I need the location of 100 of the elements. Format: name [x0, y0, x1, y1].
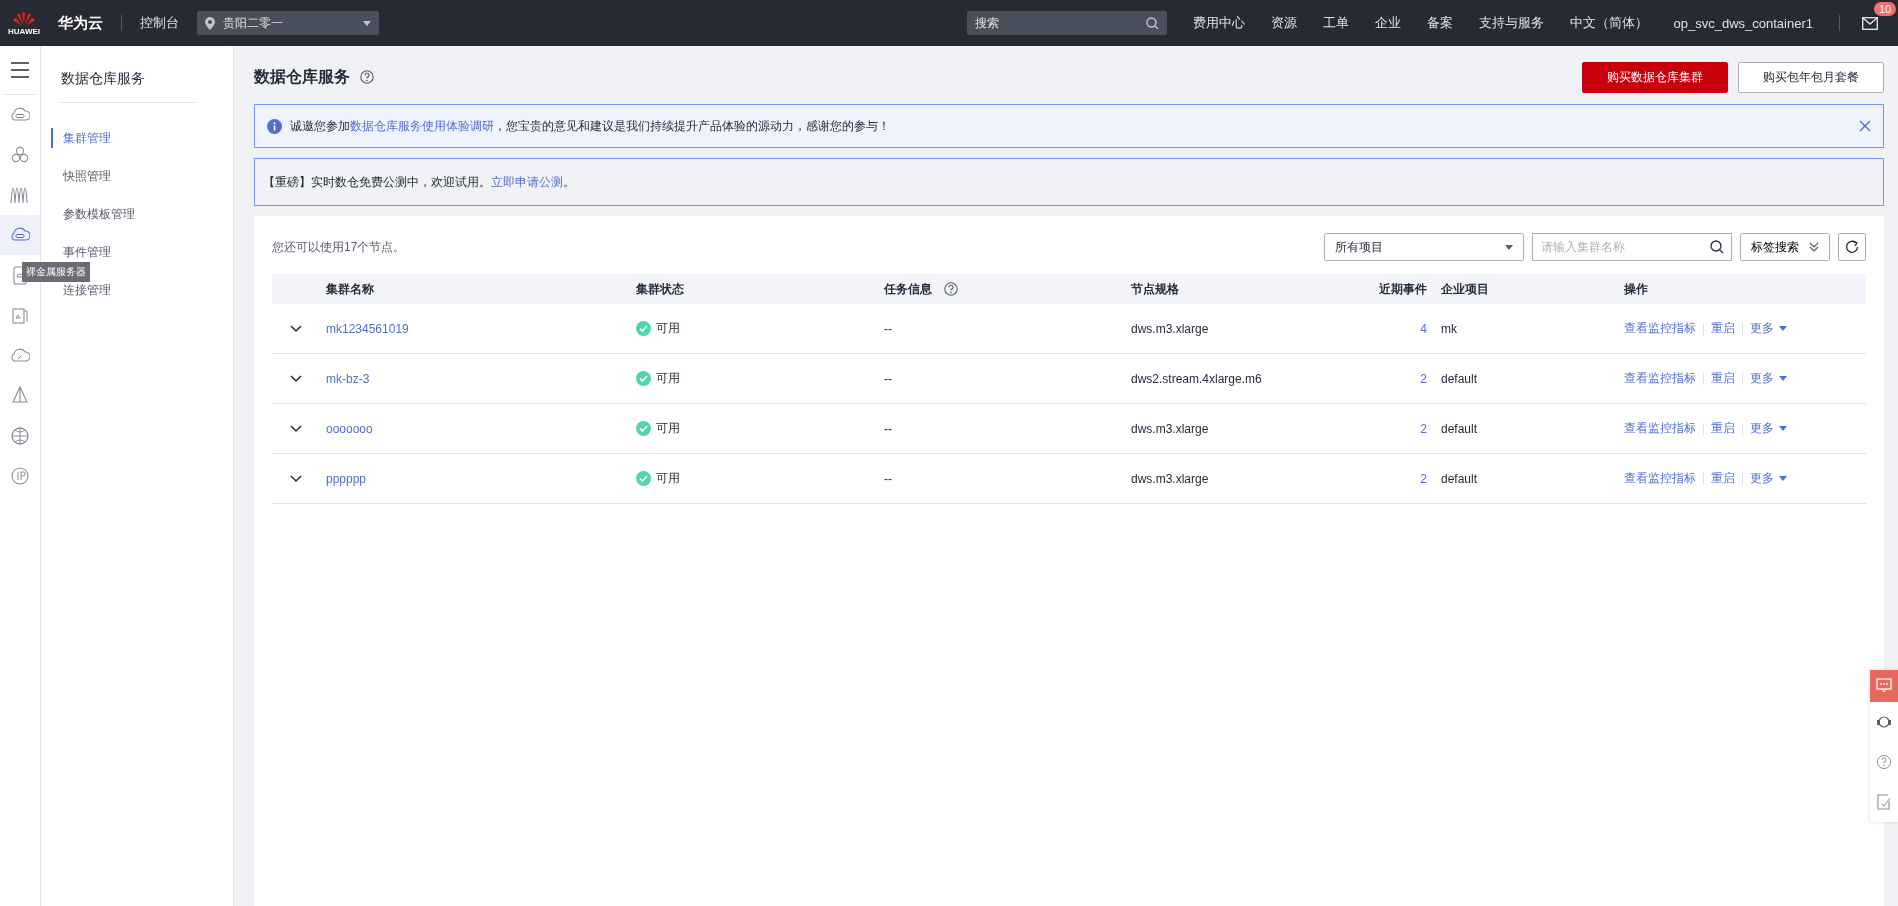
more-menu-link[interactable]: 更多: [1750, 370, 1787, 387]
status-text: 可用: [656, 370, 680, 387]
cards-icon[interactable]: [10, 305, 30, 325]
location-icon: [205, 16, 215, 30]
nav-link[interactable]: 备案: [1426, 14, 1453, 32]
action-link[interactable]: 重启: [1711, 320, 1735, 337]
dropdown-icon: [363, 20, 371, 26]
search-icon: [1710, 240, 1724, 254]
sidebar-item[interactable]: 事件管理: [51, 242, 111, 262]
chevron-down-icon: [290, 373, 302, 384]
action-link[interactable]: 查看监控指标: [1624, 420, 1696, 437]
tag-search-button[interactable]: 标签搜索: [1740, 233, 1830, 261]
column-header: 操作: [1624, 280, 1648, 298]
action-link[interactable]: 查看监控指标: [1624, 320, 1696, 337]
column-header: 集群名称: [326, 280, 374, 298]
selected-rail-item[interactable]: [0, 215, 40, 255]
event-count-link[interactable]: 2: [1420, 371, 1427, 386]
help-icon[interactable]: [1876, 754, 1892, 770]
status-text: 可用: [656, 320, 680, 337]
chat-icon[interactable]: [1876, 678, 1892, 694]
globe-icon[interactable]: [10, 425, 30, 445]
sidebar-item[interactable]: 集群管理: [51, 128, 111, 148]
status-text: 可用: [656, 420, 680, 437]
region-select[interactable]: 贵阳二零一: [197, 11, 379, 35]
sidebar-item[interactable]: 快照管理: [51, 166, 111, 186]
notice-text: 【重磅】实时数仓免费公测中，欢迎试用。立即申请公测。: [263, 173, 576, 191]
notice-link[interactable]: 立即申请公测: [491, 174, 563, 189]
mail-icon[interactable]: [1862, 16, 1878, 30]
check-circle-icon: [636, 471, 651, 486]
event-count-link[interactable]: 2: [1420, 471, 1427, 486]
table-cell: --: [884, 371, 892, 386]
help-icon[interactable]: [944, 282, 958, 296]
nav-link[interactable]: op_svc_dws_container1: [1673, 15, 1813, 31]
circle-icon[interactable]: [10, 465, 30, 485]
brand-name[interactable]: 华为云: [58, 13, 103, 33]
check-circle-icon: [636, 371, 651, 386]
event-count-link[interactable]: 2: [1420, 421, 1427, 436]
buy-button[interactable]: 购买包年包月套餐: [1738, 61, 1884, 93]
action-link[interactable]: 查看监控指标: [1624, 370, 1696, 387]
tent-icon[interactable]: [10, 385, 30, 405]
check-circle-icon: [636, 321, 651, 336]
console-link[interactable]: 控制台: [140, 14, 179, 32]
dropdown-icon: [1779, 326, 1787, 331]
action-link[interactable]: 查看监控指标: [1624, 470, 1696, 487]
action-link[interactable]: 重启: [1711, 370, 1735, 387]
search-field[interactable]: 请输入集群名称: [1532, 233, 1732, 261]
table-cell: dws.m3.xlarge: [1131, 321, 1209, 336]
status-text: 可用: [656, 470, 680, 487]
dropdown-icon: [1505, 244, 1513, 250]
cluster-name-link[interactable]: pppppp: [326, 471, 367, 486]
search-icon: [1145, 16, 1159, 30]
sidebar-item[interactable]: 参数模板管理: [51, 204, 135, 224]
sidebar-item[interactable]: 连接管理: [51, 280, 111, 300]
notice-text: 诚邀您参加数据仓库服务使用体验调研，您宝贵的意见和建议是我们持续提升产品体验的源动力，感谢您的参与！: [290, 117, 891, 135]
project-select[interactable]: 所有项目: [1324, 233, 1524, 261]
tooltip: 裸金属服务器: [22, 262, 90, 282]
double-chevron-icon: [1809, 242, 1819, 252]
more-menu-link[interactable]: 更多: [1750, 420, 1787, 437]
nav-link[interactable]: 费用中心: [1192, 14, 1245, 32]
headset-icon[interactable]: [1876, 714, 1892, 730]
edit-note-icon[interactable]: [1876, 794, 1892, 810]
help-icon[interactable]: [360, 70, 374, 84]
table-cell: default: [1441, 371, 1478, 386]
nav-link[interactable]: 资源: [1270, 14, 1297, 32]
more-menu-link[interactable]: 更多: [1750, 470, 1787, 487]
page-title: 数据仓库服务: [254, 66, 350, 87]
logo-text: HUAWEI: [8, 26, 40, 36]
column-header: 任务信息: [884, 280, 932, 298]
chevron-down-icon: [290, 323, 302, 334]
cluster-name-link[interactable]: mk-bz-3: [326, 371, 370, 386]
close-icon[interactable]: [1859, 120, 1871, 132]
menu-icon[interactable]: [11, 62, 29, 78]
nav-link[interactable]: 支持与服务: [1478, 14, 1544, 32]
nav-link[interactable]: 工单: [1322, 14, 1349, 32]
waves-icon[interactable]: [10, 185, 30, 205]
quota-text: 您还可以使用17个节点。: [272, 238, 406, 256]
dropdown-icon: [1779, 426, 1787, 431]
nav-link[interactable]: 企业: [1374, 14, 1401, 32]
action-link[interactable]: 重启: [1711, 420, 1735, 437]
chevron-down-icon: [290, 423, 302, 434]
table-cell: default: [1441, 471, 1478, 486]
table-cell: dws.m3.xlarge: [1131, 471, 1209, 486]
table-cell: dws2.stream.4xlarge.m6: [1131, 371, 1262, 386]
cluster-icon[interactable]: [10, 145, 30, 165]
event-count-link[interactable]: 4: [1420, 321, 1427, 336]
cluster-name-link[interactable]: mk1234561019: [326, 321, 409, 336]
check-circle-icon: [636, 421, 651, 436]
refresh-button[interactable]: [1838, 233, 1866, 261]
more-menu-link[interactable]: 更多: [1750, 320, 1787, 337]
action-link[interactable]: 重启: [1711, 470, 1735, 487]
cluster-name-link[interactable]: ooooooo: [326, 421, 373, 436]
buy-button[interactable]: 购买数据仓库集群: [1582, 61, 1728, 93]
nav-link[interactable]: 中文（简体）: [1569, 14, 1648, 32]
table-cell: --: [884, 321, 892, 336]
info-icon: [267, 118, 282, 134]
cloud-icon[interactable]: [10, 345, 30, 365]
notice-link[interactable]: 数据仓库服务使用体验调研: [350, 118, 494, 133]
search-field[interactable]: 搜索: [966, 11, 1167, 35]
column-header: 企业项目: [1441, 280, 1489, 298]
refresh-icon: [1845, 240, 1859, 254]
